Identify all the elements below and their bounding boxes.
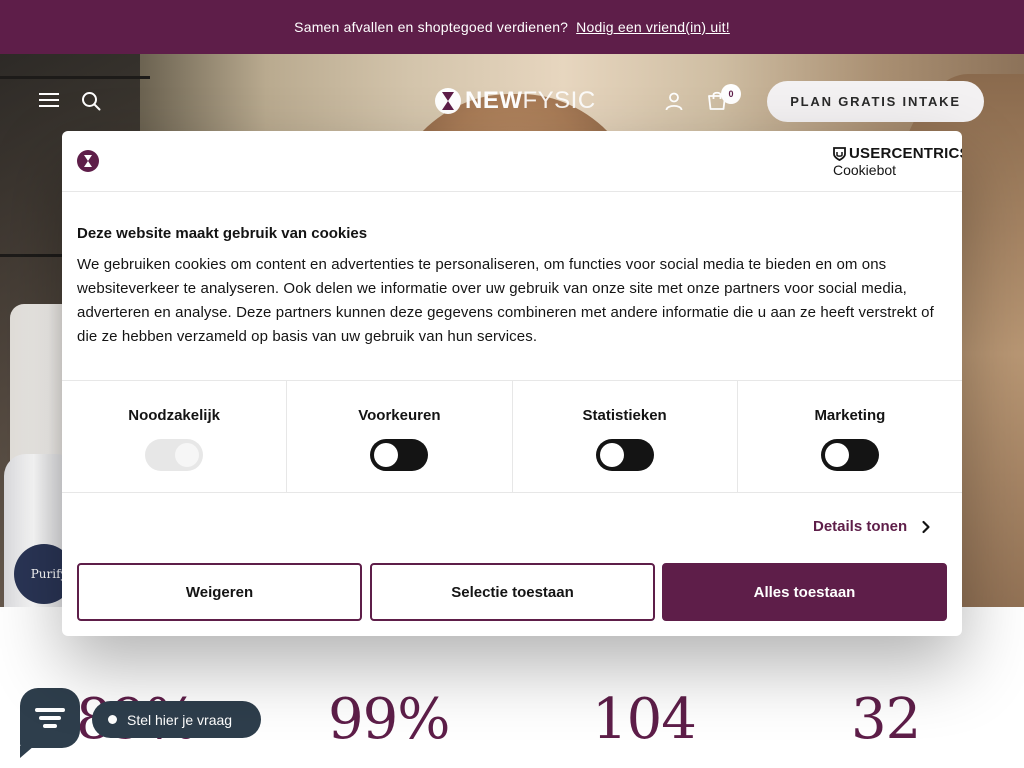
- logo-word-light: FYSIC: [522, 87, 596, 114]
- category-necessary: Noodzakelijk: [62, 381, 288, 492]
- invite-friend-link[interactable]: Nodig een vriend(in) uit!: [576, 19, 730, 35]
- user-icon[interactable]: [664, 91, 684, 111]
- category-label: Marketing: [814, 407, 886, 424]
- show-details-label: Details tonen: [813, 518, 908, 535]
- cookie-consent-dialog: USERCENTRICS Cookiebot Deze website maak…: [62, 131, 962, 636]
- cookiebot-label: Cookiebot: [833, 162, 897, 178]
- menu-icon[interactable]: [39, 93, 59, 109]
- site-logo-icon: [77, 150, 99, 172]
- category-label: Statistieken: [582, 407, 667, 424]
- site-logo[interactable]: NEW FYSIC: [435, 87, 596, 115]
- stat-value: 32: [851, 687, 921, 752]
- allow-all-button[interactable]: Alles toestaan: [662, 563, 947, 621]
- allow-selection-button[interactable]: Selectie toestaan: [370, 563, 655, 621]
- category-marketing: Marketing: [738, 381, 962, 492]
- statistics-toggle[interactable]: [595, 439, 654, 471]
- chat-prompt-bubble[interactable]: Stel hier je vraag: [92, 701, 261, 738]
- usercentrics-logo[interactable]: USERCENTRICS Cookiebot: [833, 145, 962, 178]
- necessary-toggle: [145, 439, 204, 471]
- chat-launcher-button[interactable]: [20, 688, 80, 758]
- announcement-bar: Samen afvallen en shoptegoed verdienen? …: [0, 0, 1024, 54]
- logo-mark-icon: [435, 88, 461, 114]
- shield-icon: [833, 146, 846, 161]
- plan-intake-button[interactable]: PLAN GRATIS INTAKE: [767, 81, 984, 122]
- preferences-toggle[interactable]: [370, 439, 429, 471]
- chat-prompt-text: Stel hier je vraag: [127, 711, 233, 728]
- announcement-text: Samen afvallen en shoptegoed verdienen?: [294, 19, 569, 35]
- dialog-header: USERCENTRICS Cookiebot: [62, 131, 962, 192]
- category-label: Voorkeuren: [358, 407, 441, 424]
- reject-button[interactable]: Weigeren: [77, 563, 362, 621]
- logo-word-bold: NEW: [465, 87, 523, 114]
- chat-icon: [35, 704, 65, 732]
- online-dot-icon: [108, 715, 117, 724]
- stat-value: 104: [592, 687, 697, 752]
- dialog-body-text: We gebruiken cookies om content en adver…: [77, 256, 934, 345]
- show-details-link[interactable]: Details tonen: [813, 518, 931, 535]
- category-preferences: Voorkeuren: [287, 381, 513, 492]
- chevron-right-icon: [922, 520, 930, 533]
- marketing-toggle[interactable]: [820, 439, 879, 471]
- usercentrics-brand: USERCENTRICS: [849, 145, 962, 162]
- search-icon[interactable]: [81, 91, 101, 111]
- dialog-title: Deze website maakt gebruik van cookies: [77, 225, 368, 242]
- stat-value: 99%: [328, 687, 450, 752]
- cart-count-badge: 0: [721, 84, 741, 104]
- category-statistics: Statistieken: [513, 381, 738, 492]
- category-label: Noodzakelijk: [128, 407, 220, 424]
- consent-categories: Noodzakelijk Voorkeuren Statistieken Mar…: [62, 380, 962, 493]
